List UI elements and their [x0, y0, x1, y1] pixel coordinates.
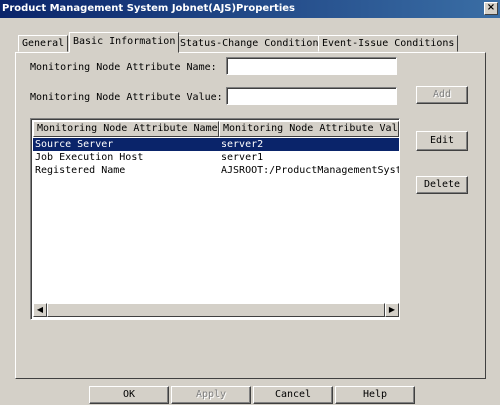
close-icon: × [486, 2, 496, 13]
add-button[interactable]: Add [416, 86, 468, 104]
help-button[interactable]: Help [335, 386, 415, 404]
close-button[interactable]: × [484, 2, 498, 15]
row-value-cell: AJSROOT:/ProductManagementSyste [221, 165, 399, 176]
ok-button[interactable]: OK [89, 386, 169, 404]
list-rows: Source Server server2 Job Execution Host… [33, 138, 399, 177]
apply-button[interactable]: Apply [171, 386, 251, 404]
table-row[interactable]: Registered Name AJSROOT:/ProductManageme… [33, 164, 399, 177]
tab-status-change-condition[interactable]: Status-Change Condition [176, 35, 323, 52]
attribute-name-input[interactable] [226, 57, 397, 75]
tab-general[interactable]: General [18, 35, 69, 52]
arrow-left-icon: ◀ [36, 305, 44, 314]
attribute-name-label: Monitoring Node Attribute Name: [30, 62, 217, 73]
column-header-value[interactable]: Monitoring Node Attribute Value [219, 121, 399, 137]
window-title: Product Management System Jobnet(AJS)Pro… [2, 3, 296, 14]
row-name-cell: Job Execution Host [35, 152, 144, 163]
cancel-button[interactable]: Cancel [253, 386, 333, 404]
scroll-left-button[interactable]: ◀ [33, 303, 47, 317]
list-header: Monitoring Node Attribute Name Monitorin… [33, 121, 399, 137]
properties-dialog: Product Management System Jobnet(AJS)Pro… [0, 0, 500, 405]
column-header-name[interactable]: Monitoring Node Attribute Name [33, 121, 219, 137]
delete-button[interactable]: Delete [416, 176, 468, 194]
scroll-right-button[interactable]: ▶ [385, 303, 399, 317]
attribute-value-input[interactable] [226, 87, 397, 105]
row-value-cell: server1 [221, 152, 264, 163]
table-row[interactable]: Job Execution Host server1 [33, 151, 399, 164]
horizontal-scrollbar[interactable]: ◀ ▶ [33, 303, 399, 317]
arrow-right-icon: ▶ [388, 305, 396, 314]
tab-basic-information[interactable]: Basic Information [69, 32, 180, 53]
attribute-value-label: Monitoring Node Attribute Value: [30, 92, 223, 103]
table-row[interactable]: Source Server server2 [33, 138, 399, 151]
row-value-cell: server2 [221, 139, 264, 150]
row-name-cell: Registered Name [35, 165, 126, 176]
row-name-cell: Source Server [35, 139, 114, 150]
attribute-list[interactable]: Monitoring Node Attribute Name Monitorin… [30, 118, 400, 320]
edit-button[interactable]: Edit [416, 131, 468, 151]
title-bar: Product Management System Jobnet(AJS)Pro… [0, 0, 500, 18]
tab-event-issue-conditions[interactable]: Event-Issue Conditions [318, 35, 459, 52]
scroll-thumb[interactable] [47, 303, 385, 317]
